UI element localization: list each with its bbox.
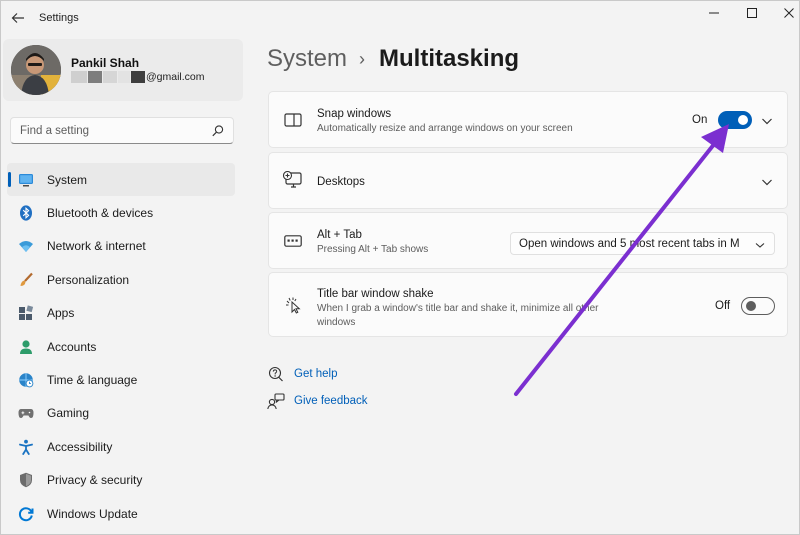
email-suffix: @gmail.com	[146, 71, 205, 83]
settings-window: Settings Pankil Shah @gmail.com Find a s…	[0, 0, 800, 535]
gamepad-icon	[18, 405, 34, 421]
keyboard-icon	[283, 232, 303, 250]
sidebar-item-label: Bluetooth & devices	[47, 206, 154, 221]
redacted-block	[71, 71, 87, 83]
breadcrumb-parent[interactable]: System	[267, 45, 347, 73]
sidebar-item-label: Accessibility	[47, 439, 113, 454]
globe-clock-icon	[18, 372, 34, 388]
alt-tab-description: Pressing Alt + Tab shows	[317, 244, 429, 255]
alt-tab-card: Alt + Tab Pressing Alt + Tab shows Open …	[268, 212, 788, 269]
apps-icon	[18, 305, 34, 321]
shake-description-line1: When I grab a window's title bar and sha…	[317, 303, 599, 314]
sidebar-item-label: Network & internet	[47, 239, 146, 254]
desktops-card[interactable]: Desktops	[268, 152, 788, 209]
redacted-block	[131, 71, 145, 83]
alt-tab-dropdown[interactable]: Open windows and 5 most recent tabs in M	[510, 232, 775, 255]
app-title: Settings	[39, 12, 79, 24]
chevron-down-icon	[754, 238, 766, 250]
sidebar-item-network[interactable]: Network & internet	[7, 230, 235, 263]
redacted-block	[118, 71, 130, 83]
sidebar-item-apps[interactable]: Apps	[7, 297, 235, 330]
sidebar-item-label: Time & language	[47, 373, 138, 388]
give-feedback-text[interactable]: Give feedback	[294, 395, 368, 407]
sidebar-item-bluetooth[interactable]: Bluetooth & devices	[7, 196, 235, 229]
shake-toggle-label: Off	[715, 300, 731, 312]
sidebar-item-label: Privacy & security	[47, 473, 143, 488]
bluetooth-icon	[18, 205, 34, 221]
sidebar-item-time-language[interactable]: Time & language	[7, 363, 235, 396]
wifi-icon	[18, 238, 34, 254]
alt-tab-title: Alt + Tab	[317, 229, 362, 241]
shield-icon	[18, 472, 34, 488]
sidebar-nav: System Bluetooth & devices Network & int…	[7, 163, 235, 530]
back-arrow-icon[interactable]	[10, 11, 26, 27]
snap-windows-description: Automatically resize and arrange windows…	[317, 123, 573, 134]
monitor-icon	[18, 172, 34, 188]
feedback-icon	[267, 393, 285, 409]
search-icon[interactable]	[211, 124, 225, 138]
brush-icon	[18, 272, 34, 288]
snap-windows-toggle[interactable]	[718, 111, 752, 129]
chevron-down-icon[interactable]	[761, 114, 773, 126]
profile-card[interactable]: Pankil Shah @gmail.com	[3, 39, 243, 101]
sidebar-item-windows-update[interactable]: Windows Update	[7, 497, 235, 530]
redacted-block	[88, 71, 102, 83]
snap-layout-icon	[283, 111, 303, 129]
page-title: Multitasking	[379, 45, 520, 72]
title-bar-shake-toggle[interactable]	[741, 297, 775, 315]
update-icon	[18, 506, 34, 522]
sidebar-item-system[interactable]: System	[7, 163, 235, 197]
breadcrumb: System › Multitasking	[267, 45, 519, 73]
search-input[interactable]: Find a setting	[10, 117, 234, 144]
shake-title: Title bar window shake	[317, 288, 434, 300]
chevron-down-icon[interactable]	[761, 175, 773, 187]
sidebar-item-label: Personalization	[47, 272, 130, 287]
redacted-block	[103, 71, 117, 83]
dropdown-selected-value: Open windows and 5 most recent tabs in M	[519, 238, 740, 250]
sidebar-item-personalization[interactable]: Personalization	[7, 263, 235, 296]
shake-description-line2: windows	[317, 317, 356, 328]
sidebar-item-label: Windows Update	[47, 506, 138, 521]
desktops-title: Desktops	[317, 176, 365, 188]
person-icon	[18, 339, 34, 355]
profile-name: Pankil Shah	[71, 56, 140, 70]
sidebar-item-label: Apps	[47, 306, 75, 321]
give-feedback-link[interactable]: Give feedback	[267, 393, 368, 409]
virtual-desktops-icon	[283, 171, 303, 189]
sidebar-item-gaming[interactable]: Gaming	[7, 397, 235, 430]
toggle-knob	[746, 301, 756, 311]
sidebar-item-accessibility[interactable]: Accessibility	[7, 430, 235, 463]
shake-cursor-icon	[283, 296, 303, 314]
toggle-knob	[738, 115, 748, 125]
sidebar-item-label: Gaming	[47, 406, 90, 421]
title-bar-shake-card: Title bar window shake When I grab a win…	[268, 272, 788, 337]
title-bar: Settings	[1, 1, 800, 37]
search-placeholder: Find a setting	[20, 125, 90, 137]
get-help-text[interactable]: Get help	[294, 368, 337, 380]
breadcrumb-separator: ›	[359, 48, 366, 69]
avatar	[11, 45, 61, 95]
sidebar-item-privacy-security[interactable]: Privacy & security	[7, 464, 235, 497]
sidebar-item-accounts[interactable]: Accounts	[7, 330, 235, 363]
sidebar-item-label: Accounts	[47, 339, 97, 354]
snap-windows-title: Snap windows	[317, 108, 392, 120]
sidebar-item-label: System	[47, 172, 88, 187]
close-icon[interactable]	[766, 3, 800, 23]
get-help-link[interactable]: Get help	[267, 366, 337, 382]
accessibility-icon	[18, 439, 34, 455]
profile-email: @gmail.com	[71, 71, 205, 83]
help-icon	[267, 366, 285, 382]
snap-windows-card[interactable]: Snap windows Automatically resize and ar…	[268, 91, 788, 148]
snap-toggle-label: On	[692, 114, 708, 126]
